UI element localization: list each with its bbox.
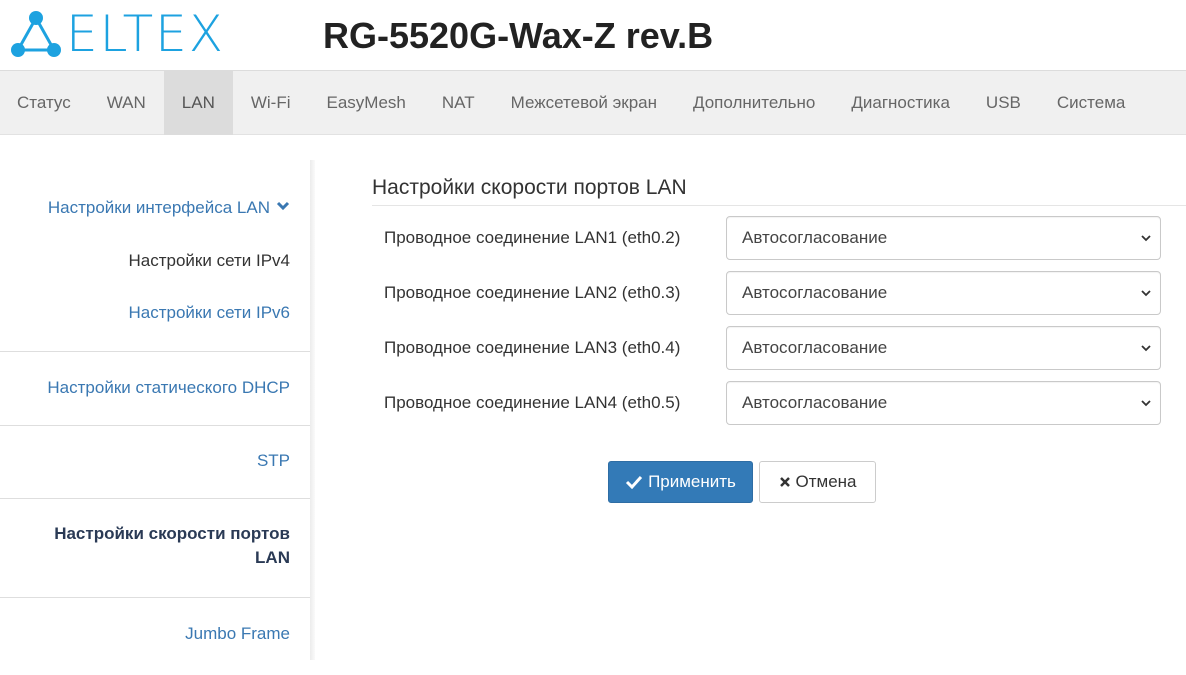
eltex-logo[interactable]: ELTEX bbox=[8, 8, 225, 60]
form-actions: Применить Отмена bbox=[608, 461, 876, 503]
nav-system[interactable]: Система bbox=[1039, 71, 1143, 135]
sidebar-item-static-dhcp[interactable]: Настройки статического DHCP bbox=[47, 378, 290, 398]
select-value: Автосогласование bbox=[742, 283, 888, 302]
sidebar-item-jumbo-frame[interactable]: Jumbo Frame bbox=[185, 624, 290, 644]
chevron-down-icon bbox=[276, 201, 290, 211]
sidebar-item-lan-interface[interactable]: Настройки интерфейса LAN bbox=[48, 198, 290, 218]
top-nav: Статус WAN LAN Wi-Fi EasyMesh NAT Межсет… bbox=[0, 70, 1186, 135]
divider bbox=[0, 498, 310, 499]
port-label: Проводное соединение LAN4 (eth0.5) bbox=[384, 393, 681, 412]
sidebar-item-label: Настройки интерфейса LAN bbox=[47, 198, 270, 217]
chevron-down-icon bbox=[1141, 400, 1151, 407]
nav-advanced[interactable]: Дополнительно bbox=[675, 71, 833, 135]
check-icon bbox=[626, 475, 643, 489]
port-row-lan3: Проводное соединение LAN3 (eth0.4) Автос… bbox=[384, 326, 1161, 370]
port-speed-select-lan3[interactable]: Автосогласование bbox=[726, 326, 1161, 370]
apply-button-label: Применить bbox=[648, 472, 736, 491]
page-title: Настройки скорости портов LAN bbox=[372, 170, 1186, 206]
nav-wifi[interactable]: Wi-Fi bbox=[233, 71, 309, 135]
nav-firewall[interactable]: Межсетевой экран bbox=[493, 71, 675, 135]
nav-status[interactable]: Статус bbox=[0, 71, 89, 135]
chevron-down-icon bbox=[1141, 290, 1151, 297]
nav-diagnostics[interactable]: Диагностика bbox=[833, 71, 968, 135]
nav-lan[interactable]: LAN bbox=[163, 71, 233, 135]
header: ELTEX RG-5520G-Wax-Z rev.B bbox=[0, 0, 1186, 70]
sidebar: Настройки интерфейса LAN Настройки сети … bbox=[0, 160, 310, 660]
main-content: Настройки скорости портов LAN bbox=[372, 170, 1186, 206]
port-speed-select-lan2[interactable]: Автосогласование bbox=[726, 271, 1161, 315]
select-value: Автосогласование bbox=[742, 338, 888, 357]
port-speed-select-lan1[interactable]: Автосогласование bbox=[726, 216, 1161, 260]
nav-easymesh[interactable]: EasyMesh bbox=[309, 71, 424, 135]
cancel-button-label: Отмена bbox=[795, 472, 857, 491]
select-value: Автосогласование bbox=[742, 228, 888, 247]
logo-text: ELTEX bbox=[66, 5, 225, 63]
nav-wan[interactable]: WAN bbox=[89, 71, 164, 135]
sidebar-item-ipv6[interactable]: Настройки сети IPv6 bbox=[129, 303, 291, 323]
device-model-title: RG-5520G-Wax-Z rev.B bbox=[323, 15, 714, 56]
divider bbox=[0, 597, 310, 598]
sidebar-item-stp[interactable]: STP bbox=[257, 451, 290, 471]
port-row-lan2: Проводное соединение LAN2 (eth0.3) Автос… bbox=[384, 271, 1161, 315]
nav-nat[interactable]: NAT bbox=[424, 71, 493, 135]
divider bbox=[0, 425, 310, 426]
sidebar-shadow bbox=[310, 160, 315, 660]
port-row-lan1: Проводное соединение LAN1 (eth0.2) Автос… bbox=[384, 216, 1161, 260]
logo-mark-icon bbox=[11, 11, 61, 57]
nav-usb[interactable]: USB bbox=[968, 71, 1039, 135]
port-label: Проводное соединение LAN1 (eth0.2) bbox=[384, 228, 681, 247]
port-speed-select-lan4[interactable]: Автосогласование bbox=[726, 381, 1161, 425]
port-label: Проводное соединение LAN3 (eth0.4) bbox=[384, 338, 681, 357]
sidebar-item-port-speed[interactable]: Настройки скорости портов LAN bbox=[20, 522, 290, 570]
divider bbox=[0, 351, 310, 352]
chevron-down-icon bbox=[1141, 345, 1151, 352]
port-row-lan4: Проводное соединение LAN4 (eth0.5) Автос… bbox=[384, 381, 1161, 425]
sidebar-item-ipv4[interactable]: Настройки сети IPv4 bbox=[129, 251, 291, 271]
cancel-button[interactable]: Отмена bbox=[759, 461, 876, 503]
port-label: Проводное соединение LAN2 (eth0.3) bbox=[384, 283, 681, 302]
select-value: Автосогласование bbox=[742, 393, 888, 412]
chevron-down-icon bbox=[1141, 235, 1151, 242]
apply-button[interactable]: Применить bbox=[608, 461, 753, 503]
close-icon bbox=[779, 477, 790, 487]
